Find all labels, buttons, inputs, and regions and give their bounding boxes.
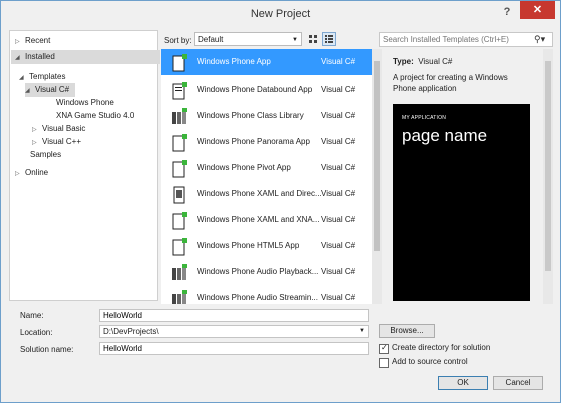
template-row[interactable]: Windows Phone Panorama App Visual C# [161, 129, 373, 155]
tree-item-templates[interactable]: ◢ Templates [19, 70, 65, 84]
collapse-icon: ◢ [25, 88, 30, 94]
grid-view-icon [309, 35, 317, 43]
tree-item-visual-basic[interactable]: ▷ Visual Basic [32, 122, 85, 136]
close-button[interactable]: ✕ [520, 1, 555, 19]
small-icons-view-button[interactable] [322, 32, 336, 46]
browse-button[interactable]: Browse... [379, 324, 435, 338]
create-directory-checkbox[interactable]: ✓ [379, 343, 389, 354]
location-field[interactable]: D:\DevProjects\ ▼ [99, 325, 369, 338]
search-icon[interactable]: ⚲▾ [534, 33, 550, 46]
pivot-icon [172, 160, 187, 178]
collapse-icon: ◢ [15, 55, 20, 61]
template-row[interactable]: Windows Phone Audio Playback... Visual C# [161, 259, 373, 285]
chevron-down-icon: ▼ [292, 37, 298, 43]
template-row[interactable]: Windows Phone Pivot App Visual C# [161, 155, 373, 181]
tree-item-online[interactable]: ▷ Online [15, 166, 48, 180]
panorama-icon [172, 134, 187, 152]
solution-name-input[interactable] [99, 342, 369, 355]
template-type: Type: Visual C# [393, 57, 453, 66]
template-row[interactable]: Windows Phone Audio Streamin... Visual C# [161, 285, 373, 304]
expand-icon: ▷ [15, 171, 20, 177]
check-icon: ✓ [381, 343, 388, 352]
template-description: A project for creating a Windows Phone a… [393, 73, 508, 93]
phone-preview: MY APPLICATION page name [393, 104, 530, 301]
xaml-direct3d-icon [173, 186, 185, 204]
template-row[interactable]: Windows Phone Class Library Visual C# [161, 103, 373, 129]
chevron-down-icon: ▾ [540, 34, 546, 44]
source-control-checkbox[interactable] [379, 358, 389, 368]
template-row[interactable]: Windows Phone HTML5 App Visual C# [161, 233, 373, 259]
audio-streaming-icon [172, 290, 187, 304]
ok-button[interactable]: OK [438, 376, 488, 390]
template-row[interactable]: Windows Phone XAML and Direc... Visual C# [161, 181, 373, 207]
tree-item-visual-csharp[interactable]: ◢ Visual C# [25, 83, 76, 97]
tree-item-samples[interactable]: Samples [30, 148, 61, 162]
template-row[interactable]: Windows Phone App Visual C# [161, 49, 373, 75]
scrollbar-thumb[interactable] [545, 61, 551, 271]
template-row[interactable]: Windows Phone XAML and XNA... Visual C# [161, 207, 373, 233]
sort-label: Sort by: [164, 36, 192, 45]
template-row[interactable]: Windows Phone Databound App Visual C# [161, 77, 373, 103]
class-library-icon [172, 108, 187, 124]
audio-playback-icon [172, 264, 187, 280]
sort-dropdown[interactable]: Default ▼ [194, 32, 302, 46]
tree-item-windows-phone[interactable]: Windows Phone [56, 96, 114, 110]
html5-icon [172, 238, 187, 256]
tree-item-visual-cpp[interactable]: ▷ Visual C++ [32, 135, 81, 149]
expand-icon: ▷ [15, 39, 20, 45]
name-input[interactable] [99, 309, 369, 322]
template-list-scrollbar[interactable] [372, 49, 382, 304]
details-scrollbar[interactable] [543, 49, 553, 304]
scrollbar-thumb[interactable] [374, 61, 380, 251]
location-label: Location: [20, 328, 53, 337]
xaml-xna-icon [172, 212, 187, 230]
title-bar: New Project ? ✕ [1, 1, 560, 27]
phone-databound-icon [172, 82, 187, 100]
name-label: Name: [20, 311, 44, 320]
list-view-icon [325, 35, 333, 43]
template-tree: ▷ Recent ◢ Installed ◢ Templates ◢ Visual C#… [9, 30, 160, 301]
solution-name-label: Solution name: [20, 345, 74, 354]
chevron-down-icon: ▼ [359, 328, 365, 334]
tree-item-installed[interactable]: ◢ Installed [11, 50, 160, 64]
search-input[interactable] [383, 34, 531, 45]
cancel-button[interactable]: Cancel [493, 376, 543, 390]
preview-page-title: page name [402, 126, 488, 145]
help-button[interactable]: ? [498, 4, 516, 20]
tree-item-xna[interactable]: XNA Game Studio 4.0 [56, 109, 134, 123]
tree-item-recent[interactable]: ▷ Recent [15, 34, 50, 48]
medium-icons-view-button[interactable] [306, 32, 320, 46]
new-project-dialog: New Project ? ✕ ▷ Recent ◢ Installed ◢ Temp… [0, 0, 561, 403]
template-list: Windows Phone App Visual C# Windows Phone… [161, 49, 373, 304]
search-box: ⚲▾ [379, 32, 553, 47]
phone-app-icon [172, 54, 187, 72]
preview-app-title: MY APPLICATION [402, 115, 447, 121]
dialog-title: New Project [250, 8, 311, 20]
